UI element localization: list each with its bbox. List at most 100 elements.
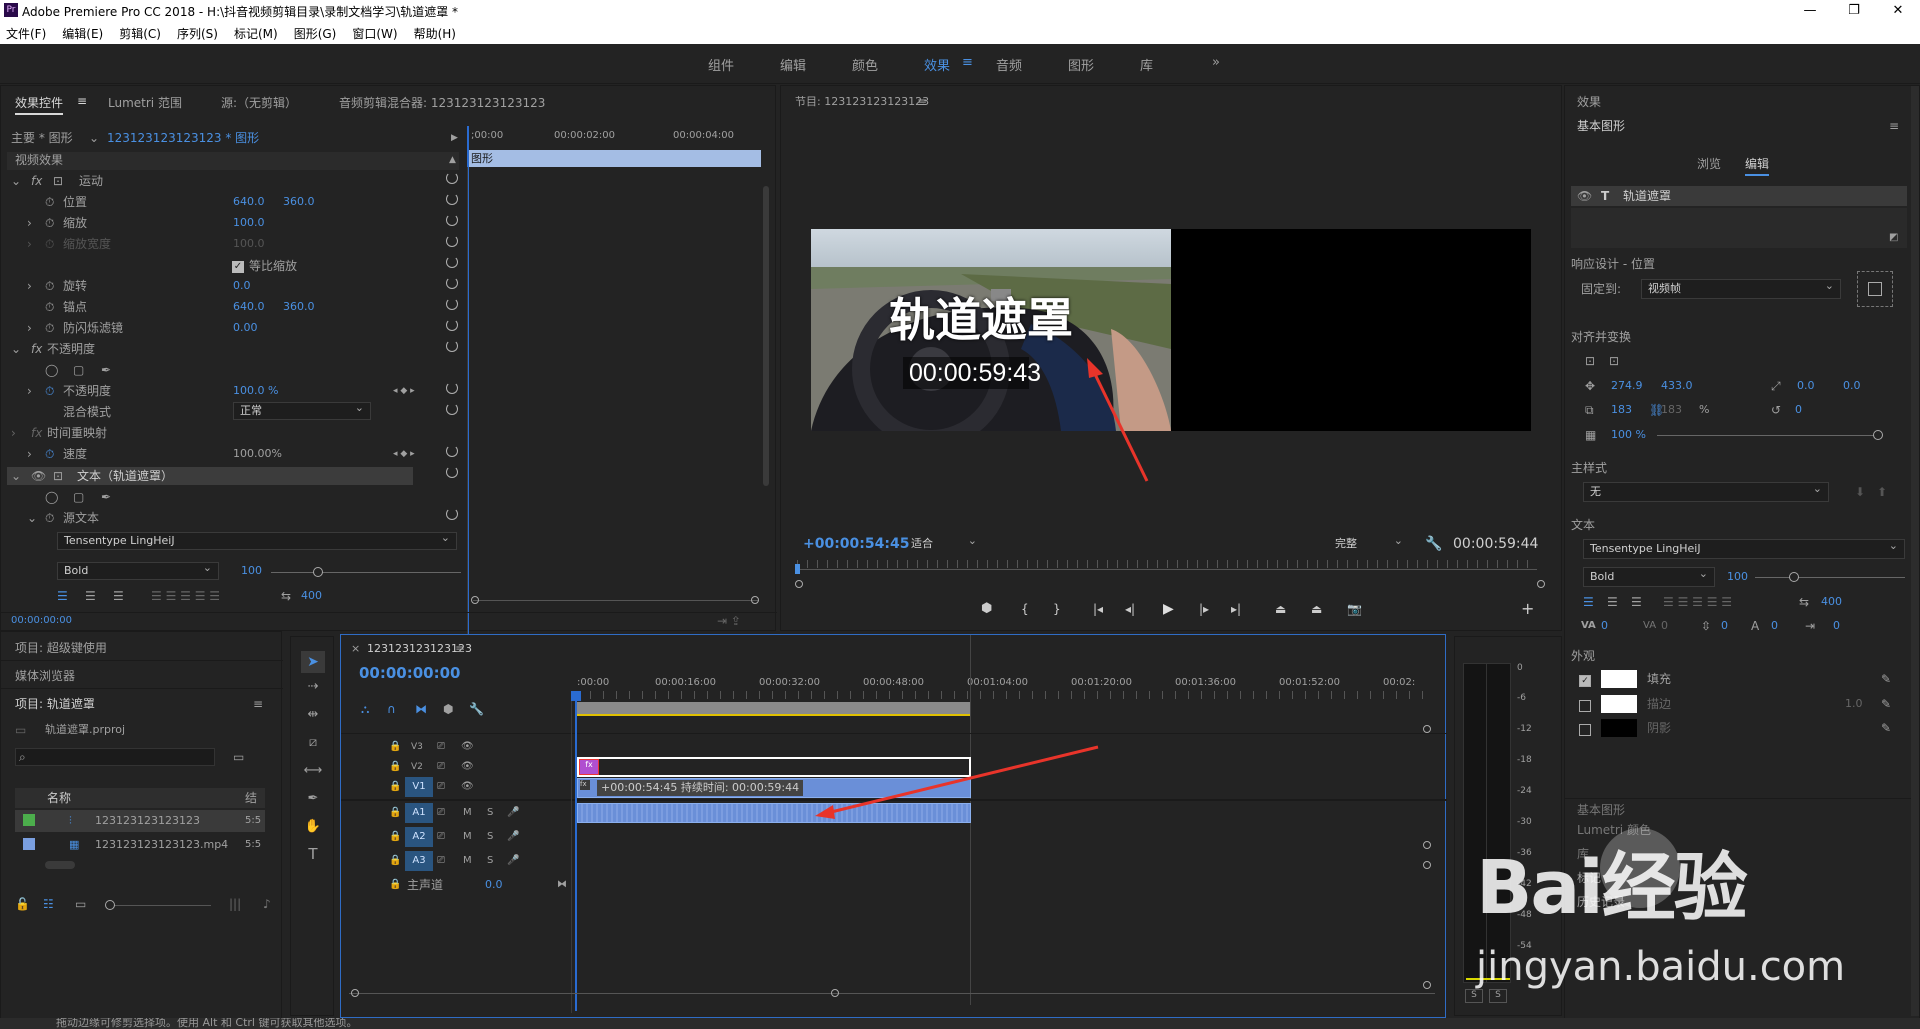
- ec-font-size-slider-handle[interactable]: [313, 567, 323, 577]
- motion-transform-icon[interactable]: ⊡: [53, 171, 63, 191]
- master-style-down-icon[interactable]: ⬇: [1855, 482, 1865, 502]
- egp-font-size-slider[interactable]: [1755, 577, 1905, 578]
- ec-font-size-value[interactable]: 100: [241, 561, 262, 581]
- lock-track-icon[interactable]: 🔒: [389, 737, 401, 757]
- solo-button[interactable]: S: [487, 803, 493, 823]
- media-browser-tab[interactable]: 媒体浏览器: [15, 666, 75, 686]
- program-playhead[interactable]: [795, 564, 800, 574]
- scale-expand-icon[interactable]: ›: [27, 213, 32, 233]
- rotation-expand-icon[interactable]: ›: [27, 276, 32, 296]
- project-item-name[interactable]: 123123123123123: [95, 811, 200, 831]
- anchor-stopwatch-icon[interactable]: ⏱: [45, 297, 54, 317]
- zoom-slider-handle[interactable]: [105, 900, 115, 910]
- reset-icon[interactable]: [446, 256, 458, 268]
- project-menu-icon[interactable]: ≡: [253, 694, 263, 714]
- menu-sequence[interactable]: 序列(S): [177, 25, 218, 42]
- project-item-name[interactable]: 123123123123123.mp4: [95, 835, 228, 855]
- collapsed-lumetri[interactable]: Lumetri 颜色: [1577, 820, 1651, 840]
- ec-zoom-scroll[interactable]: [473, 600, 759, 601]
- project-column-name[interactable]: 名称: [47, 788, 71, 808]
- timeline-playhead[interactable]: [575, 691, 577, 1011]
- opacity-fx-icon[interactable]: fx: [31, 339, 42, 359]
- text-layer-transform-icon[interactable]: ⊡: [53, 466, 63, 486]
- ripple-edit-tool-icon[interactable]: ⇹: [301, 707, 325, 722]
- lock-track-icon[interactable]: 🔒: [389, 803, 401, 823]
- vscroll-handle[interactable]: [1423, 725, 1431, 733]
- flicker-value[interactable]: 0.00: [233, 318, 258, 338]
- project-hscroll[interactable]: [45, 861, 75, 869]
- lock-track-icon[interactable]: 🔒: [389, 757, 401, 777]
- egp-opacity[interactable]: 100 %: [1611, 425, 1646, 445]
- sync-lock-icon[interactable]: ⎚: [437, 827, 445, 847]
- stroke-checkbox[interactable]: [1579, 700, 1591, 712]
- flicker-expand-icon[interactable]: ›: [27, 318, 32, 338]
- vscroll-handle[interactable]: [1423, 861, 1431, 869]
- find-icon[interactable]: ♪: [263, 894, 271, 914]
- solo-button[interactable]: S: [487, 827, 493, 847]
- program-menu-icon[interactable]: ≡: [917, 92, 927, 112]
- sync-lock-icon[interactable]: ⎚: [437, 737, 445, 757]
- clip-label[interactable]: 123123123123123 * 图形: [107, 128, 259, 148]
- motion-expand-icon[interactable]: ⌄: [11, 171, 21, 191]
- mute-button[interactable]: M: [463, 851, 472, 871]
- tab-audio-mixer[interactable]: 音频剪辑混合器: 123123123123123: [339, 94, 545, 111]
- timeline-ruler[interactable]: :00:00 00:00:16:00 00:00:32:00 00:00:48:…: [577, 675, 1427, 699]
- program-monitor-title[interactable]: 节目: 123123123123123: [795, 92, 929, 112]
- new-bin-icon[interactable]: ▭: [233, 747, 244, 767]
- icon-view-icon[interactable]: ▭: [75, 894, 86, 914]
- egp-position-y[interactable]: 433.0: [1661, 376, 1693, 396]
- egp-tab-edit[interactable]: 编辑: [1745, 154, 1770, 176]
- opacity-value[interactable]: 100.0 %: [233, 381, 278, 401]
- eye-icon[interactable]: 👁: [461, 757, 474, 777]
- snap-icon[interactable]: ∩: [387, 699, 396, 719]
- rotation-stopwatch-icon[interactable]: ⏱: [45, 276, 54, 296]
- egp-menu-icon[interactable]: ≡: [1889, 116, 1899, 136]
- vscroll-handle[interactable]: [1423, 981, 1431, 989]
- overlay-title-text[interactable]: 轨道遮罩: [889, 284, 1073, 350]
- justify-icons[interactable]: ☰ ☰ ☰ ☰ ☰: [151, 586, 220, 606]
- eye-icon[interactable]: 👁: [461, 777, 474, 797]
- workspace-graphics[interactable]: 图形: [1068, 55, 1094, 74]
- new-layer-icon[interactable]: ◩: [1889, 228, 1898, 248]
- project-tab-superkey[interactable]: 项目: 超级键使用: [15, 638, 107, 658]
- timeline-settings-icon[interactable]: 🔧: [469, 699, 484, 719]
- play-only-icon[interactable]: ▶: [451, 128, 458, 148]
- reset-icon[interactable]: [446, 445, 458, 457]
- track-label-v2[interactable]: V2: [411, 757, 423, 777]
- track-select-tool-icon[interactable]: ⇢: [301, 679, 325, 694]
- pin-to-select[interactable]: 视频帧: [1641, 277, 1841, 299]
- egp-align-right-icon[interactable]: ☰: [1631, 592, 1642, 612]
- scale-value[interactable]: 100.0: [233, 213, 265, 233]
- close-icon[interactable]: ✕: [1876, 0, 1920, 22]
- egp-position-x[interactable]: 274.9: [1611, 376, 1643, 396]
- voiceover-icon[interactable]: 🎤: [507, 827, 519, 847]
- master-nav-icon[interactable]: ⧓: [557, 875, 567, 895]
- shadow-checkbox[interactable]: [1579, 724, 1591, 736]
- lock-icon[interactable]: 🔓: [15, 894, 30, 914]
- master-style-up-icon[interactable]: ⬆: [1877, 482, 1887, 502]
- egp-opacity-slider[interactable]: [1657, 435, 1877, 436]
- blend-mode-select[interactable]: 正常: [233, 400, 371, 420]
- workspace-menu-icon[interactable]: ≡: [962, 55, 973, 70]
- position-stopwatch-icon[interactable]: ⏱: [45, 192, 54, 212]
- egp-kerning[interactable]: 0: [1601, 616, 1608, 636]
- speed-stopwatch-icon[interactable]: ⏱: [45, 444, 54, 464]
- program-zoom-right[interactable]: [1537, 580, 1545, 588]
- anchor-x-value[interactable]: 640.0: [233, 297, 265, 317]
- egp-align-left-icon[interactable]: ☰: [1583, 592, 1594, 612]
- menu-graphics[interactable]: 图形(G): [294, 25, 337, 42]
- egp-tab-width[interactable]: 0: [1833, 616, 1840, 636]
- reset-icon[interactable]: [446, 466, 458, 478]
- egp-anchor-x[interactable]: 0.0: [1797, 376, 1815, 396]
- step-back-icon[interactable]: ◂|: [1125, 599, 1135, 619]
- scroll-up-icon[interactable]: ▲: [449, 150, 456, 170]
- snap-nest-icon[interactable]: ⛬: [361, 699, 369, 719]
- ec-font-size-slider[interactable]: [271, 572, 461, 573]
- tab-lumetri-scopes[interactable]: Lumetri 范围: [108, 94, 182, 111]
- text-layer-expand-icon[interactable]: ⌄: [11, 466, 21, 486]
- track-target-a3[interactable]: A3: [405, 851, 433, 871]
- collapsed-libraries[interactable]: 库: [1577, 844, 1589, 864]
- sync-lock-icon[interactable]: ⎚: [437, 757, 445, 777]
- text-layer-eye-icon[interactable]: 👁: [31, 466, 46, 486]
- egp-tracking-icon[interactable]: ⇆: [1799, 592, 1809, 612]
